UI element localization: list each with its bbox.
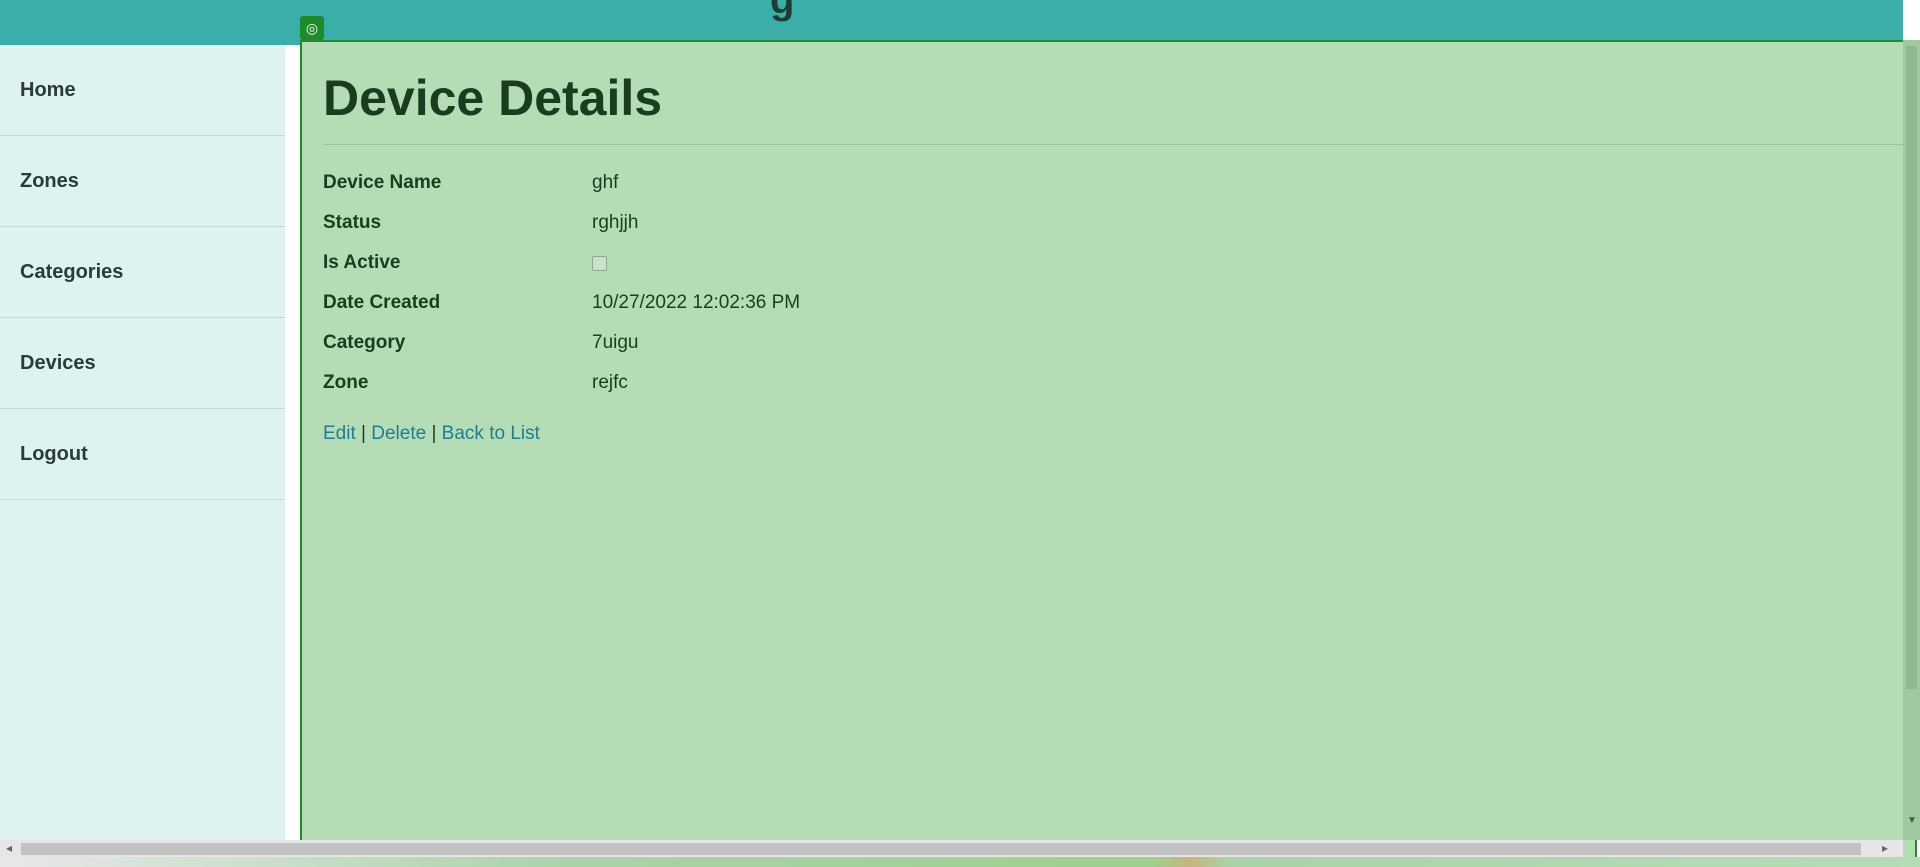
detail-row-is-active: Is Active xyxy=(323,243,1903,283)
target-icon: ◎ xyxy=(300,16,324,40)
back-to-list-link[interactable]: Back to List xyxy=(442,423,540,444)
detail-row-zone: Zone rejfc xyxy=(323,363,1903,403)
detail-label: Date Created xyxy=(323,292,441,313)
sidebar-item-home[interactable]: Home xyxy=(0,45,285,136)
vertical-scroll-thumb[interactable] xyxy=(1906,46,1917,689)
detail-label: Is Active xyxy=(323,252,401,273)
detail-row-device-name: Device Name ghf xyxy=(323,163,1903,203)
edit-link[interactable]: Edit xyxy=(323,423,356,444)
sidebar-item-label: Home xyxy=(20,78,76,101)
scroll-right-arrow-icon[interactable]: ▸ xyxy=(1882,841,1888,855)
divider xyxy=(323,144,1903,145)
scroll-left-arrow-icon[interactable]: ◂ xyxy=(6,841,12,855)
detail-value: 10/27/2022 12:02:36 PM xyxy=(592,292,801,313)
page-title: Device Details xyxy=(323,70,663,126)
sidebar: Home Zones Categories Devices Logout xyxy=(0,45,286,840)
sidebar-item-devices[interactable]: Devices xyxy=(0,318,285,409)
is-active-checkbox xyxy=(592,255,607,271)
header-title-fragment: g xyxy=(770,0,795,22)
detail-label: Zone xyxy=(323,372,369,393)
horizontal-scroll-thumb[interactable] xyxy=(21,843,1861,855)
delete-link[interactable]: Delete xyxy=(371,423,426,444)
taskbar-strip xyxy=(0,857,1920,867)
detail-row-category: Category 7uigu xyxy=(323,323,1903,363)
detail-value: 7uigu xyxy=(592,332,639,353)
detail-label: Device Name xyxy=(323,172,442,193)
detail-label: Category xyxy=(323,332,406,353)
link-separator: | xyxy=(361,423,366,444)
sidebar-item-zones[interactable]: Zones xyxy=(0,136,285,227)
top-header: g xyxy=(0,0,1903,45)
sidebar-item-label: Devices xyxy=(20,351,96,374)
sidebar-item-label: Logout xyxy=(20,442,88,465)
detail-label: Status xyxy=(323,212,382,233)
sidebar-item-categories[interactable]: Categories xyxy=(0,227,285,318)
detail-row-status: Status rghjjh xyxy=(323,203,1903,243)
vertical-scrollbar[interactable] xyxy=(1903,40,1920,840)
sidebar-item-logout[interactable]: Logout xyxy=(0,409,285,500)
sidebar-gap xyxy=(285,45,300,867)
sidebar-item-label: Zones xyxy=(20,169,79,192)
link-separator: | xyxy=(431,423,437,444)
detail-value: ghf xyxy=(592,172,619,193)
sidebar-item-label: Categories xyxy=(20,260,124,283)
action-links: Edit | Delete | Back to List xyxy=(323,423,1903,445)
detail-value: rghjjh xyxy=(592,212,639,233)
detail-value xyxy=(592,255,607,271)
detail-row-date-created: Date Created 10/27/2022 12:02:36 PM xyxy=(323,283,1903,323)
horizontal-scrollbar[interactable]: ◂ ▸ xyxy=(0,840,1903,857)
detail-value: rejfc xyxy=(592,372,628,393)
main-content: Device Details Device Name ghf Status rg… xyxy=(323,66,1903,445)
scroll-down-arrow-icon[interactable]: ▼ xyxy=(1907,815,1917,826)
